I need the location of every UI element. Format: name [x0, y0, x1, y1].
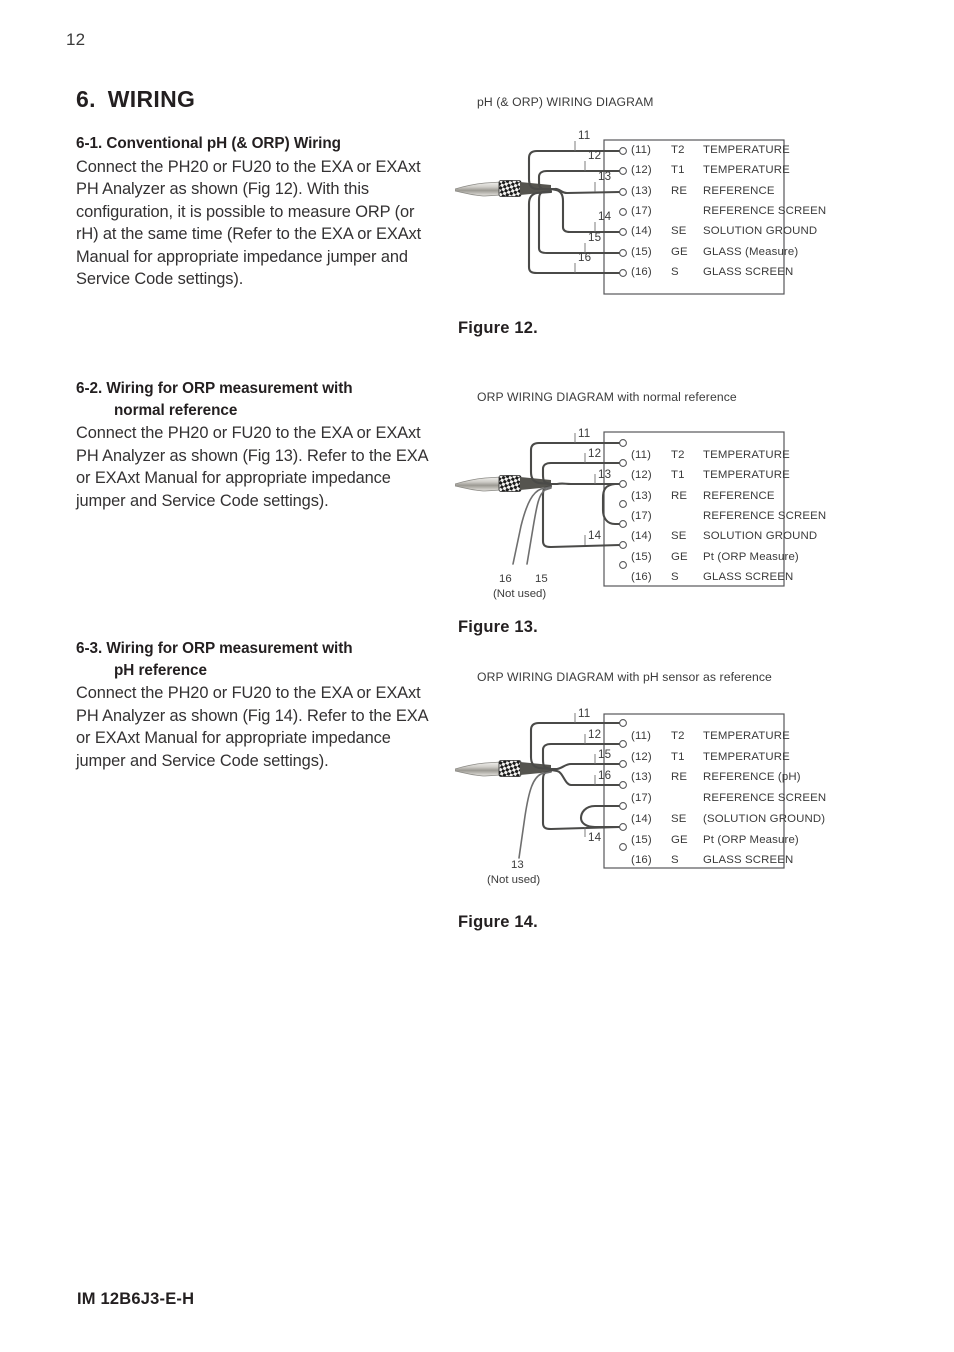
terminal-post-15	[619, 823, 627, 831]
jumper-14-15	[579, 804, 622, 829]
unused-wire-16	[512, 486, 552, 565]
unused-wires	[518, 771, 552, 859]
page-number: 12	[66, 30, 86, 49]
figure-13-heading: ORP WIRING DIAGRAM with normal reference	[477, 390, 737, 404]
terminal-post-16	[619, 561, 627, 569]
terminal-post-13	[619, 760, 627, 768]
section-6-3: 6-3. Wiring for ORP measurement with pH …	[76, 638, 428, 772]
terminal-post-13	[619, 480, 627, 488]
terminal-block-outline	[603, 713, 785, 869]
cable-jacket	[455, 476, 502, 492]
wire-bundle	[529, 441, 622, 549]
terminal-post-17	[619, 781, 627, 789]
terminal-post-16	[619, 843, 627, 851]
terminal-post-11	[619, 439, 627, 447]
wire-16	[549, 768, 622, 787]
section-6-2: 6-2. Wiring for ORP measurement with nor…	[76, 378, 428, 512]
terminal-post-17	[619, 500, 627, 508]
section-6-2-body: Connect the PH20 or FU20 to the EXA or E…	[76, 424, 428, 510]
wiring-diagram-orp-normal-reference	[455, 431, 785, 587]
figure-14-diagram: (11) T2 TEMPERATURE (12) T1 TEMPERATURE …	[455, 686, 826, 886]
terminal-post-15	[619, 541, 627, 549]
terminal-block-outline	[603, 139, 785, 295]
cable-jacket	[455, 181, 502, 197]
wiring-diagram-orp-ph-reference	[455, 713, 785, 869]
figure-14-heading: ORP WIRING DIAGRAM with pH sensor as ref…	[477, 670, 772, 684]
figure-12-heading: pH (& ORP) WIRING DIAGRAM	[477, 95, 654, 109]
unused-wires	[512, 486, 552, 565]
terminal-posts	[619, 719, 627, 851]
terminal-post-12	[619, 167, 627, 175]
wire-12	[541, 461, 622, 486]
cable-shield-braid	[498, 180, 522, 197]
terminal-posts	[619, 439, 627, 569]
cable-shield-braid	[498, 475, 522, 492]
jumper-13-14	[601, 482, 622, 526]
section-6-1-heading: 6-1. Conventional pH (& ORP) Wiring	[76, 133, 428, 155]
wire-12	[537, 169, 622, 191]
wire-14	[541, 484, 622, 549]
terminal-post-16	[619, 269, 627, 277]
section-6-2-heading-line2: normal reference	[114, 401, 238, 419]
section-6-3-body: Connect the PH20 or FU20 to the EXA or E…	[76, 684, 428, 770]
terminal-post-11	[619, 147, 627, 155]
section-6-3-heading-line2: pH reference	[114, 661, 207, 679]
wire-bundle	[529, 721, 622, 831]
figure-12-diagram: (11) T2 TEMPERATURE (12) T1 TEMPERATURE …	[455, 111, 826, 296]
wire-label-leaders	[574, 433, 596, 545]
wire-15	[549, 762, 622, 771]
terminal-post-14	[619, 228, 627, 236]
cable-jacket	[455, 761, 502, 777]
figure-14-caption: Figure 14.	[458, 913, 538, 931]
terminal-posts	[619, 147, 627, 277]
terminal-post-15	[619, 249, 627, 257]
terminal-post-12	[619, 740, 627, 748]
wire-bundle	[527, 149, 622, 275]
terminal-post-13	[619, 188, 627, 196]
footer-document-code: IM 12B6J3-E-H	[77, 1290, 195, 1308]
chapter-title-text: WIRING	[107, 86, 196, 112]
wire-label-leaders	[574, 713, 596, 837]
section-6-3-heading-line1: 6-3. Wiring for ORP measurement with	[76, 640, 353, 657]
terminal-post-17	[619, 208, 627, 216]
wire-15	[537, 189, 622, 255]
figure-12-block: pH (& ORP) WIRING DIAGRAM (11) T2 TEMPER…	[455, 95, 826, 296]
figure-13-diagram: (11) T2 TEMPERATURE (12) T1 TEMPERATURE …	[455, 406, 826, 600]
page-title: 6. WIRING	[76, 86, 195, 113]
cable-shield-braid	[498, 760, 522, 777]
section-6-2-heading: 6-2. Wiring for ORP measurement with nor…	[76, 378, 428, 421]
section-6-2-heading-line1: 6-2. Wiring for ORP measurement with	[76, 380, 353, 397]
wiring-diagram-ph-orp	[455, 139, 785, 295]
terminal-post-11	[619, 719, 627, 727]
terminal-block-outline	[603, 431, 785, 587]
figure-14-block: ORP WIRING DIAGRAM with pH sensor as ref…	[455, 670, 826, 886]
unused-wire-13	[518, 771, 552, 859]
section-6-3-heading: 6-3. Wiring for ORP measurement with pH …	[76, 638, 428, 681]
terminal-post-12	[619, 459, 627, 467]
section-6-1-heading-line1: 6-1. Conventional pH (& ORP) Wiring	[76, 135, 341, 152]
section-6-1: 6-1. Conventional pH (& ORP) Wiring Conn…	[76, 133, 428, 291]
chapter-number: 6.	[76, 86, 96, 112]
section-6-1-body: Connect the PH20 or FU20 to the EXA or E…	[76, 157, 422, 289]
terminal-post-14	[619, 520, 627, 528]
figure-13-caption: Figure 13.	[458, 618, 538, 636]
wire-14	[549, 187, 622, 234]
terminal-post-14	[619, 802, 627, 810]
wire-12	[541, 742, 622, 771]
figure-12-caption: Figure 12.	[458, 319, 538, 337]
figure-13-block: ORP WIRING DIAGRAM with normal reference	[455, 390, 826, 600]
